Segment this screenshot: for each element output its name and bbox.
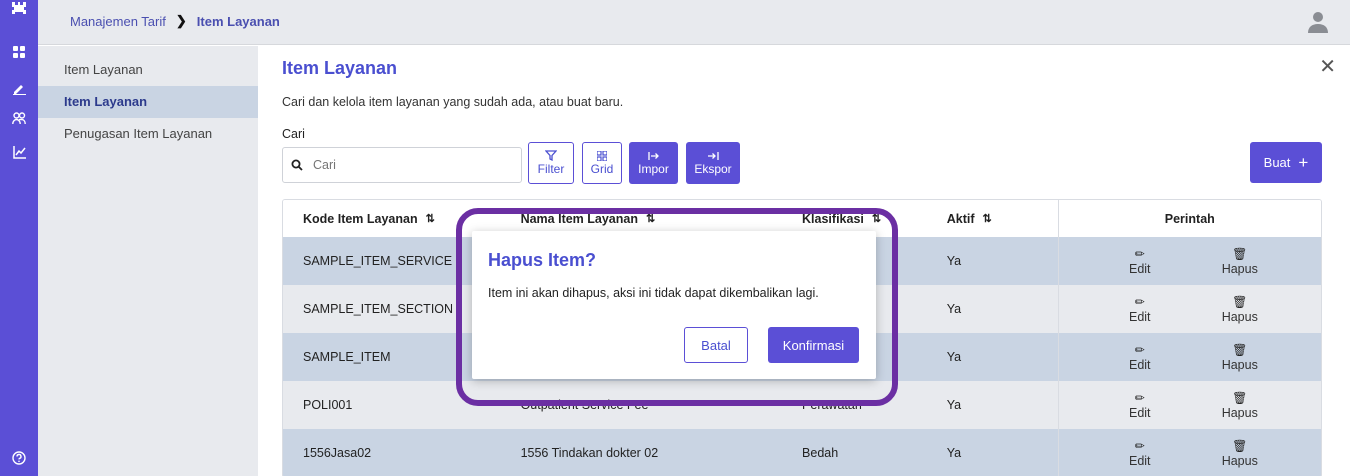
edit-label: Edit: [1128, 358, 1151, 372]
search-label: Cari: [282, 127, 305, 141]
logo-icon[interactable]: [0, 0, 38, 18]
edit-icon[interactable]: [0, 80, 38, 96]
edit-button[interactable]: ✏ Edit: [1090, 390, 1190, 420]
filter-label: Filter: [537, 162, 565, 176]
delete-confirm-dialog: Hapus Item? Item ini akan dihapus, aksi …: [472, 231, 876, 379]
confirm-button[interactable]: Konfirmasi: [768, 327, 859, 363]
pencil-icon: ✏: [1134, 247, 1145, 261]
chart-icon[interactable]: [0, 144, 38, 160]
delete-button[interactable]: 🗑 Hapus: [1190, 342, 1290, 372]
cell-perintah: ✏ Edit 🗑 Hapus: [1057, 333, 1321, 381]
filter-button[interactable]: Filter: [528, 142, 574, 184]
cell-perintah: ✏ Edit 🗑 Hapus: [1057, 237, 1321, 285]
cell-perintah: ✏ Edit 🗑 Hapus: [1057, 429, 1321, 476]
header-aktif[interactable]: Aktif ⇅: [947, 200, 1058, 237]
cell-perintah: ✏ Edit 🗑 Hapus: [1057, 285, 1321, 333]
breadcrumb: Manajemen Tarif ❯ Item Layanan: [70, 13, 280, 29]
breadcrumb-current: Item Layanan: [196, 13, 280, 29]
delete-button[interactable]: 🗑 Hapus: [1190, 438, 1290, 468]
subnav-item-penugasan[interactable]: Penugasan Item Layanan: [38, 118, 258, 150]
grid-view-label: Grid: [590, 161, 614, 176]
grid-icon[interactable]: [0, 44, 38, 60]
grid-view-icon: [597, 150, 607, 161]
sort-icon[interactable]: ⇅: [426, 212, 435, 225]
cancel-button[interactable]: Batal: [684, 327, 748, 363]
edit-button[interactable]: ✏ Edit: [1090, 246, 1190, 276]
cell-aktif: Ya: [946, 302, 962, 316]
edit-button[interactable]: ✏ Edit: [1090, 438, 1190, 468]
search-input[interactable]: [313, 158, 503, 172]
filter-icon: [545, 150, 557, 161]
subnav-item-item-layanan[interactable]: Item Layanan: [38, 86, 258, 118]
import-label: Impor: [638, 161, 669, 176]
page-title: Item Layanan: [282, 58, 398, 78]
pencil-icon: ✏: [1134, 343, 1145, 357]
delete-button[interactable]: 🗑 Hapus: [1190, 294, 1290, 324]
delete-label: Hapus: [1221, 262, 1258, 276]
delete-label: Hapus: [1221, 358, 1258, 372]
dialog-title: Hapus Item?: [488, 250, 597, 270]
search-box[interactable]: [282, 147, 522, 183]
pencil-icon: ✏: [1134, 391, 1145, 405]
cell-kode: 1556Jasa02: [303, 446, 372, 460]
edit-button[interactable]: ✏ Edit: [1090, 294, 1190, 324]
header-perintah: Perintah: [1057, 200, 1321, 237]
edit-button[interactable]: ✏ Edit: [1090, 342, 1190, 372]
help-icon[interactable]: [0, 450, 38, 466]
breadcrumb-separator: ❯: [175, 13, 187, 28]
delete-button[interactable]: 🗑 Hapus: [1190, 246, 1290, 276]
header-aktif-label: Aktif: [946, 211, 975, 226]
icon-rail: [0, 0, 38, 476]
cell-aktif: Ya: [946, 446, 962, 460]
sub-navigation: Item Layanan Item Layanan Penugasan Item…: [38, 46, 258, 476]
page-description: Cari dan kelola item layanan yang sudah …: [282, 95, 624, 109]
trash-icon: 🗑: [1232, 391, 1248, 405]
trash-icon: 🗑: [1232, 247, 1248, 261]
delete-label: Hapus: [1221, 310, 1258, 324]
cell-aktif: Ya: [946, 398, 962, 412]
import-button[interactable]: Impor: [629, 142, 678, 184]
export-button[interactable]: Ekspor: [686, 142, 740, 184]
pencil-icon: ✏: [1134, 295, 1145, 309]
trash-icon: 🗑: [1232, 439, 1248, 453]
delete-label: Hapus: [1221, 454, 1258, 468]
trash-icon: 🗑: [1232, 343, 1248, 357]
users-icon[interactable]: [0, 110, 38, 126]
subnav-section-item-layanan[interactable]: Item Layanan: [38, 54, 258, 86]
header-kode-label: Kode Item Layanan: [303, 211, 418, 226]
top-bar: Manajemen Tarif ❯ Item Layanan: [38, 0, 1350, 45]
search-icon: [291, 159, 303, 171]
edit-label: Edit: [1128, 406, 1151, 420]
edit-label: Edit: [1128, 454, 1151, 468]
import-icon: [647, 151, 659, 160]
sort-icon[interactable]: ⇅: [983, 212, 992, 225]
dialog-message: Item ini akan dihapus, aksi ini tidak da…: [488, 286, 819, 300]
grid-view-button[interactable]: Grid: [582, 142, 622, 184]
delete-button[interactable]: 🗑 Hapus: [1190, 390, 1290, 420]
cell-aktif: Ya: [946, 254, 962, 268]
edit-label: Edit: [1128, 262, 1151, 276]
create-label: Buat: [1263, 155, 1291, 170]
breadcrumb-parent[interactable]: Manajemen Tarif: [70, 14, 166, 29]
cell-perintah: ✏ Edit 🗑 Hapus: [1057, 381, 1321, 429]
close-icon[interactable]: ✕: [1319, 54, 1336, 79]
cell-aktif: Ya: [946, 350, 962, 364]
export-label: Ekspor: [694, 161, 732, 176]
trash-icon: 🗑: [1232, 295, 1248, 309]
export-icon: [708, 151, 719, 160]
create-button[interactable]: Buat +: [1250, 142, 1322, 183]
cell-klasifikasi: Bedah: [802, 446, 839, 460]
edit-label: Edit: [1128, 310, 1151, 324]
delete-label: Hapus: [1221, 406, 1258, 420]
pencil-icon: ✏: [1134, 439, 1145, 453]
header-perintah-label: Perintah: [1164, 211, 1215, 226]
cell-nama: 1556 Tindakan dokter 02: [520, 446, 659, 460]
plus-icon: +: [1298, 152, 1309, 172]
table-row[interactable]: 1556Jasa02 1556 Tindakan dokter 02 Bedah…: [283, 429, 1321, 476]
user-avatar-icon[interactable]: [1308, 11, 1328, 38]
